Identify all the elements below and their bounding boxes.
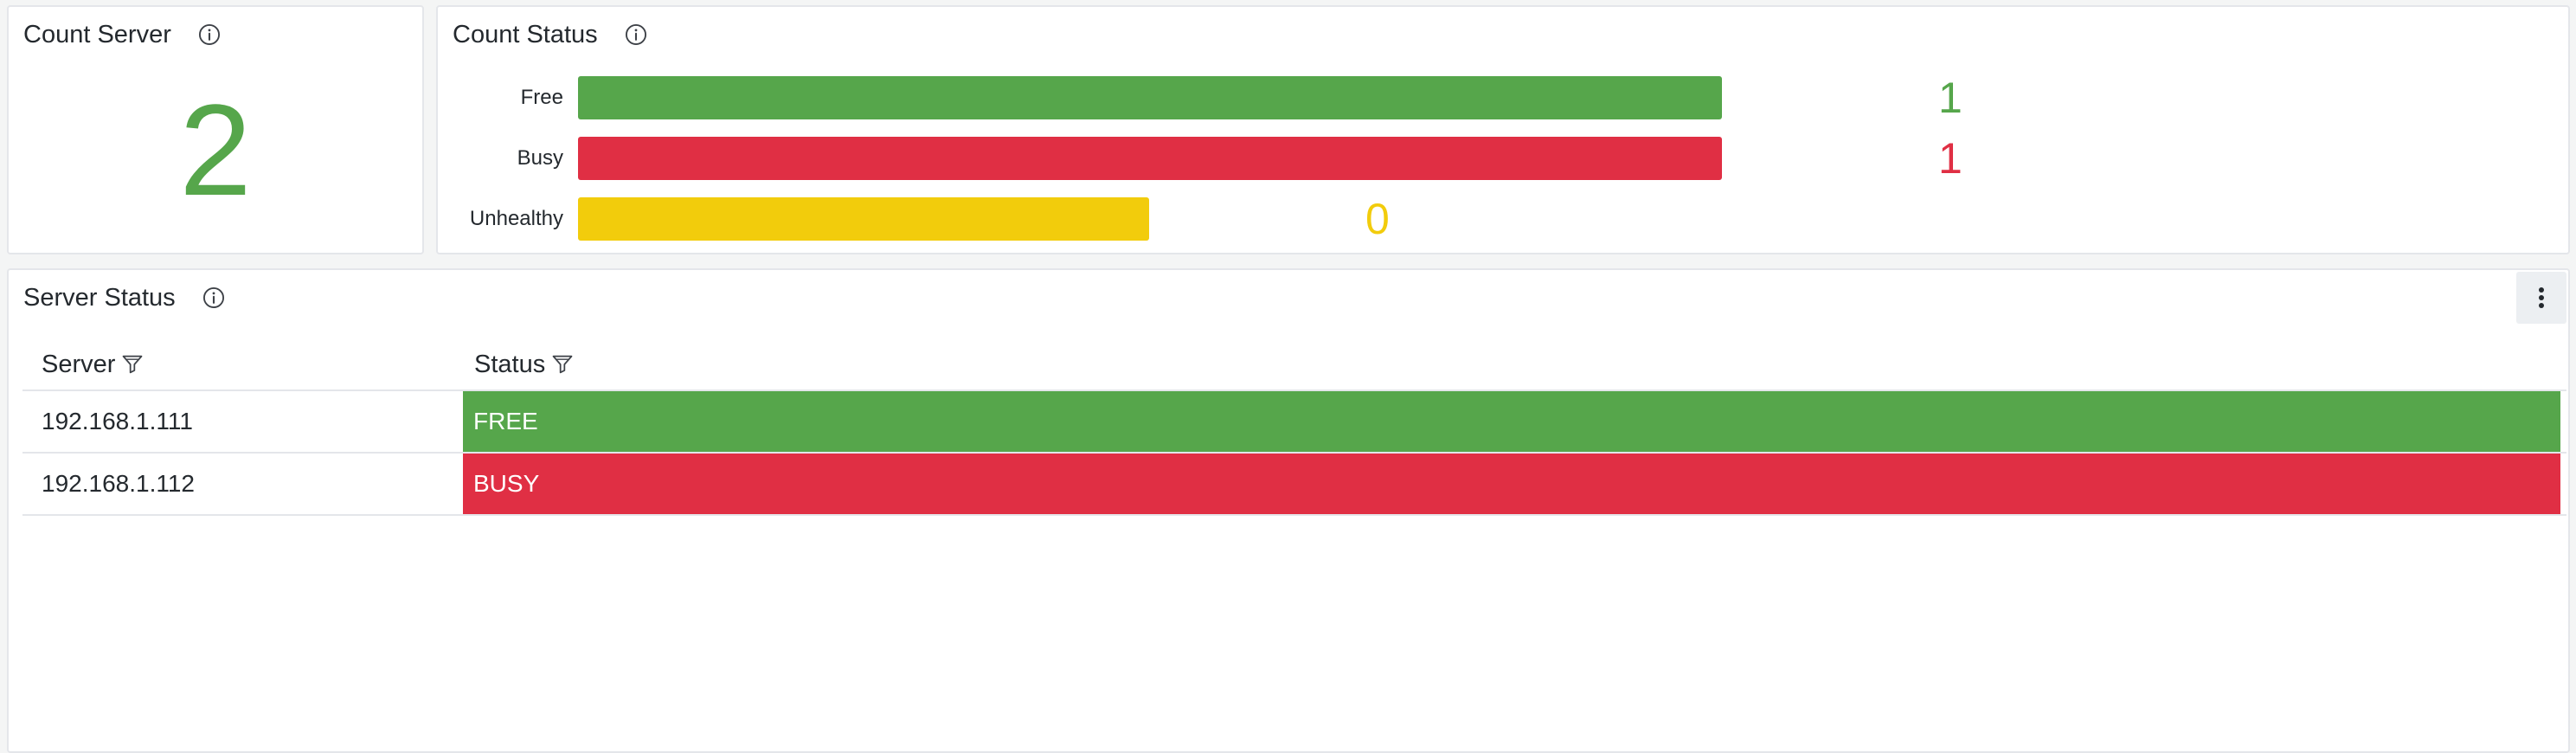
- panel-title: Count Status: [453, 20, 598, 48]
- table-row: 192.168.1.111 FREE: [22, 391, 2566, 454]
- bar-value: 1: [1938, 134, 1963, 183]
- filter-icon[interactable]: [550, 352, 575, 376]
- bar-gauge-busy: [578, 137, 1722, 180]
- bar-gauge-free: [578, 76, 1722, 119]
- server-status-table: Server Status 192.168.1.111 FREE 192.168…: [22, 339, 2566, 516]
- info-circle-icon[interactable]: [197, 23, 222, 47]
- column-header-status[interactable]: Status: [474, 339, 575, 389]
- panel-title: Count Server: [23, 20, 171, 48]
- status-cell: BUSY: [463, 454, 2560, 514]
- info-circle-icon[interactable]: [624, 23, 648, 47]
- more-vertical-icon: [2539, 287, 2544, 308]
- info-circle-icon[interactable]: [202, 286, 226, 310]
- bar-label: Busy: [517, 146, 563, 170]
- server-cell: 192.168.1.112: [42, 470, 195, 497]
- bar-gauge-unhealthy: [578, 197, 1149, 241]
- filter-icon[interactable]: [120, 352, 145, 376]
- panel-header: Count Status: [438, 7, 2568, 62]
- bar-label: Unhealthy: [469, 207, 563, 230]
- bar-value: 0: [1365, 195, 1390, 243]
- status-text: FREE: [473, 408, 538, 434]
- column-header-label: Status: [474, 350, 546, 378]
- panel-title: Server Status: [23, 283, 176, 312]
- count-status-panel: Count Status Free 1 Busy 1 Unhealthy 0: [436, 5, 2570, 254]
- column-header-server[interactable]: Server: [42, 339, 145, 389]
- status-text: BUSY: [473, 470, 540, 497]
- count-server-panel: Count Server 2: [7, 5, 424, 254]
- bar-label: Free: [520, 86, 563, 109]
- table-header: Server Status: [22, 339, 2566, 391]
- column-header-label: Server: [42, 350, 116, 378]
- stat-value: 2: [179, 77, 252, 222]
- panel-menu-button[interactable]: [2516, 272, 2566, 324]
- bar-value: 1: [1938, 74, 1963, 122]
- status-cell: FREE: [463, 391, 2560, 452]
- panel-header: Count Server: [9, 7, 422, 62]
- server-cell: 192.168.1.111: [42, 408, 193, 434]
- table-row: 192.168.1.112 BUSY: [22, 454, 2566, 516]
- panel-header: Server Status: [9, 270, 2568, 325]
- server-status-panel: Server Status Server Status 192.168.1.11…: [7, 268, 2570, 753]
